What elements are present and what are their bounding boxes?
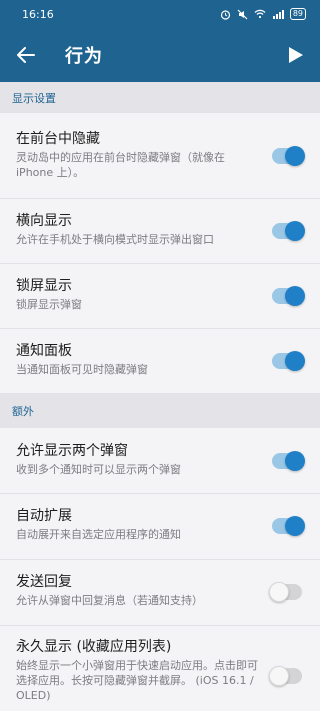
setting-subtitle: 锁屏显示弹窗 <box>16 298 82 311</box>
send-reply-toggle[interactable] <box>269 582 302 602</box>
setting-subtitle: 灵动岛中的应用在前台时隐藏弹窗（就像在 iPhone 上）。 <box>16 151 225 179</box>
permanent-display-toggle[interactable] <box>269 666 302 686</box>
status-time: 16:16 <box>22 7 54 21</box>
setting-row-hide-in-foreground[interactable]: 在前台中隐藏 灵动岛中的应用在前台时隐藏弹窗（就像在 iPhone 上）。 <box>0 113 320 199</box>
setting-row-landscape[interactable]: 横向显示 允许在手机处于横向模式时显示弹出窗口 <box>0 199 320 264</box>
toggle-knob <box>285 516 305 536</box>
setting-row-auto-expand[interactable]: 自动扩展 自动展开来自选定应用程序的通知 <box>0 494 320 560</box>
setting-subtitle: 收到多个通知时可以显示两个弹窗 <box>16 463 181 476</box>
section-header-label: 显示设置 <box>12 91 56 105</box>
setting-row-lockscreen[interactable]: 锁屏显示 锁屏显示弹窗 <box>0 264 320 329</box>
arrow-left-icon <box>17 47 35 63</box>
play-button[interactable] <box>284 43 308 67</box>
notification-panel-toggle[interactable] <box>272 351 305 371</box>
status-bar: 16:16 89 <box>0 0 320 28</box>
back-button[interactable] <box>14 43 38 67</box>
setting-title: 锁屏显示 <box>16 278 72 294</box>
page-title: 行为 <box>65 46 103 67</box>
setting-row-permanent-display[interactable]: 永久显示 (收藏应用列表) 始终显示一个小弹窗用于快速启动应用。点击即可选择应用… <box>0 626 320 711</box>
toggle-knob <box>285 286 305 306</box>
setting-title: 横向显示 <box>16 213 72 229</box>
two-popups-toggle[interactable] <box>272 451 305 471</box>
setting-title: 自动扩展 <box>16 508 72 524</box>
mute-icon <box>237 9 248 19</box>
setting-subtitle: 当通知面板可见时隐藏弹窗 <box>16 363 148 376</box>
setting-row-notification-panel[interactable]: 通知面板 当通知面板可见时隐藏弹窗 <box>0 329 320 393</box>
extra-settings-list: 允许显示两个弹窗 收到多个通知时可以显示两个弹窗 自动扩展 自动展开来自选定应用… <box>0 428 320 711</box>
setting-subtitle: 允许在手机处于横向模式时显示弹出窗口 <box>16 233 214 246</box>
status-icons: 89 <box>220 8 306 20</box>
section-header-display: 显示设置 <box>0 82 320 113</box>
setting-subtitle: 始终显示一个小弹窗用于快速启动应用。点击即可选择应用。长按可隐藏弹窗并截屏。 (… <box>16 659 258 702</box>
setting-row-send-reply[interactable]: 发送回复 允许从弹窗中回复消息（若通知支持） <box>0 560 320 626</box>
toggle-knob <box>269 582 289 602</box>
setting-title: 通知面板 <box>16 343 72 359</box>
setting-subtitle: 允许从弹窗中回复消息（若通知支持） <box>16 594 203 607</box>
setting-subtitle: 自动展开来自选定应用程序的通知 <box>16 528 181 541</box>
toggle-knob <box>285 451 305 471</box>
setting-row-two-popups[interactable]: 允许显示两个弹窗 收到多个通知时可以显示两个弹窗 <box>0 428 320 494</box>
section-header-label: 额外 <box>12 404 34 418</box>
toggle-knob <box>285 351 305 371</box>
hide-in-foreground-toggle[interactable] <box>272 146 305 166</box>
signal-icon <box>272 10 284 19</box>
auto-expand-toggle[interactable] <box>272 516 305 536</box>
setting-title: 允许显示两个弹窗 <box>16 443 128 459</box>
wifi-icon <box>254 9 266 19</box>
setting-title: 永久显示 (收藏应用列表) <box>16 639 172 655</box>
setting-title: 在前台中隐藏 <box>16 131 100 147</box>
landscape-toggle[interactable] <box>272 221 305 241</box>
display-settings-list: 在前台中隐藏 灵动岛中的应用在前台时隐藏弹窗（就像在 iPhone 上）。 横向… <box>0 113 320 393</box>
toggle-knob <box>285 221 305 241</box>
alarm-icon <box>220 9 230 20</box>
app-bar: 行为 <box>0 28 320 82</box>
toggle-knob <box>285 146 305 166</box>
play-icon <box>289 47 303 63</box>
lockscreen-toggle[interactable] <box>272 286 305 306</box>
setting-title: 发送回复 <box>16 574 72 590</box>
battery-icon: 89 <box>289 8 306 20</box>
toggle-knob <box>269 666 289 686</box>
section-header-extra: 额外 <box>0 393 320 428</box>
